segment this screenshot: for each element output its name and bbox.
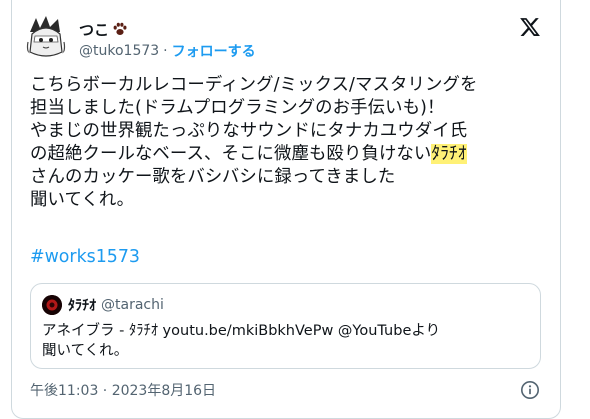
separator-dot: · [163, 43, 168, 59]
tweet-line-3: やまじの世界観たっぷりなサウンドにタナカユウダイ氏 [30, 121, 468, 141]
quoted-line-1: アネイブラ - ﾀﾗﾁｵ youtu.be/mkiBbkhVePw @YouTu… [42, 323, 441, 339]
tweet-line-4-text: の超絶クールなベース、そこに微塵も殴り負けない [30, 144, 432, 164]
tweet-timestamp[interactable]: 午後11:03 · 2023年8月16日 [30, 380, 216, 400]
quoted-avatar-image [42, 295, 62, 315]
paw-icon [113, 22, 127, 35]
quoted-header: ﾀﾗﾁｵ @tarachi [68, 295, 164, 315]
author-handle-row: @tuko1573 · フォローする [79, 41, 256, 61]
author-display-name[interactable]: つこ [79, 19, 109, 40]
author-handle[interactable]: @tuko1573 [79, 43, 159, 59]
highlighted-name: ﾀﾗﾁｵ [431, 144, 467, 164]
quoted-text: アネイブラ - ﾀﾗﾁｵ youtu.be/mkiBbkhVePw @YouTu… [42, 321, 532, 361]
quoted-handle[interactable]: @tarachi [101, 297, 164, 313]
x-logo-icon[interactable] [519, 16, 541, 38]
quoted-line-2: 聞いてくれ。 [42, 343, 129, 359]
tweet-text: こちらボーカルレコーディング/ミックス/マスタリングを 担当しました(ドラムプロ… [30, 74, 545, 212]
info-icon[interactable] [520, 380, 540, 400]
quoted-tweet[interactable]: ﾀﾗﾁｵ @tarachi アネイブラ - ﾀﾗﾁｵ youtu.be/mkiB… [30, 283, 541, 369]
hashtag-link[interactable]: #works1573 [30, 246, 140, 269]
tweet-line-6: 聞いてくれ。 [30, 190, 135, 210]
quoted-display-name[interactable]: ﾀﾗﾁｵ [68, 295, 96, 315]
follow-button[interactable]: フォローする [172, 41, 256, 61]
author-avatar[interactable] [22, 12, 70, 60]
avatar-illustration [22, 12, 70, 60]
quoted-avatar[interactable] [42, 295, 62, 315]
tweet-line-4: の超絶クールなベース、そこに微塵も殴り負けないﾀﾗﾁｵ [30, 143, 545, 166]
tweet-line-1: こちらボーカルレコーディング/ミックス/マスタリングを [30, 75, 478, 95]
author-name-row[interactable]: つこ [79, 18, 128, 40]
tweet-line-2: 担当しました(ドラムプログラミングのお手伝いも)！ [30, 98, 445, 118]
tweet-line-5: さんのカッケー歌をバシバシに録ってきました [30, 167, 396, 187]
